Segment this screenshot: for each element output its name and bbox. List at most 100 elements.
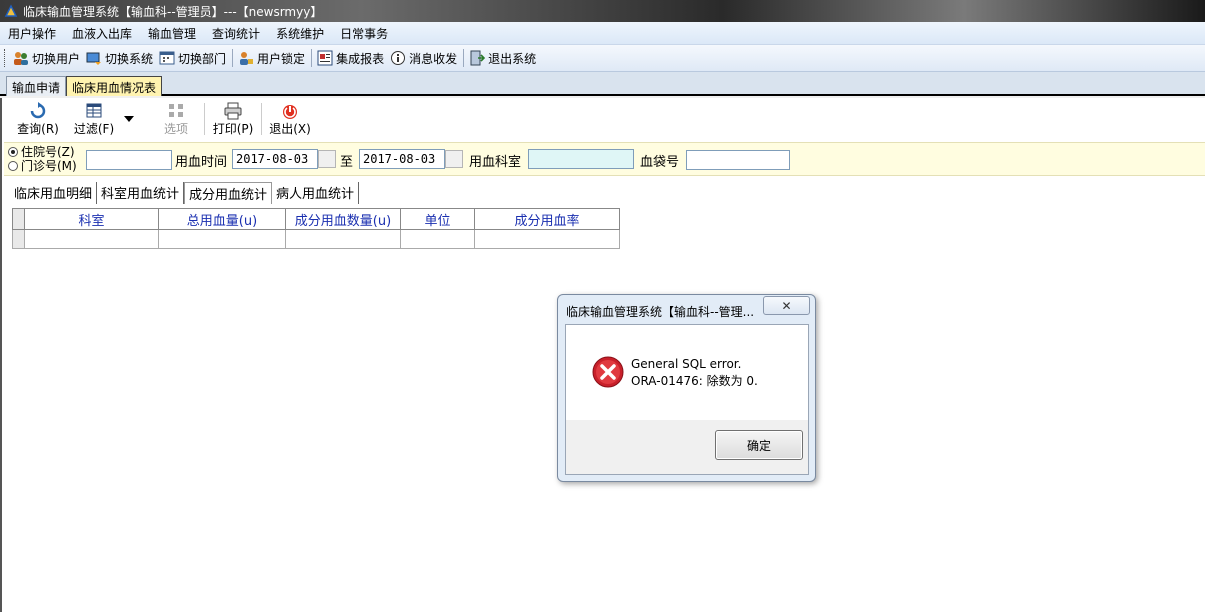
date-to-picker-button[interactable]	[445, 150, 463, 168]
switch-user-label: 切换用户	[32, 51, 81, 66]
switch-dept-button[interactable]: 切换部门	[159, 50, 226, 67]
switch-user-button[interactable]: 切换用户	[13, 50, 80, 67]
exit-door-icon	[470, 50, 486, 66]
error-line-1: General SQL error.	[631, 357, 742, 371]
error-icon	[592, 356, 624, 388]
tab-clinical-usage[interactable]: 临床用血情况表	[66, 76, 163, 96]
filter-panel: 住院号(Z) 门诊号(M) 用血时间 2017-08-03 至 2017-08-…	[4, 142, 1205, 176]
messages-button[interactable]: 消息收发	[390, 50, 457, 67]
messages-label: 消息收发	[409, 51, 458, 66]
user-lock-icon	[240, 52, 254, 65]
user-lock-button[interactable]: 用户锁定	[238, 50, 305, 67]
col-component-volume[interactable]: 成分用血数量(u)	[285, 208, 401, 230]
col-unit[interactable]: 单位	[400, 208, 475, 230]
error-dialog: 临床输血管理系统【输血科--管理... ✕ General SQL error.…	[557, 294, 816, 482]
col-component-rate[interactable]: 成分用血率	[474, 208, 620, 230]
grid-header-row: 科室 总用血量(u) 成分用血数量(u) 单位 成分用血率	[12, 208, 620, 230]
switch-system-icon	[86, 52, 102, 65]
exit-label: 退出(X)	[269, 122, 311, 136]
window-title: 临床输血管理系统【输血科--管理员】---【newsrmyy】	[23, 4, 323, 19]
integrated-report-button[interactable]: 集成报表	[317, 50, 384, 67]
tab-transfusion-request[interactable]: 输血申请	[6, 76, 67, 96]
dialog-title: 临床输血管理系统【输血科--管理...	[566, 305, 755, 319]
user-lock-label: 用户锁定	[257, 51, 306, 66]
report-tab-bar: 临床用血明细 科室用血统计 成分用血统计 病人用血统计	[10, 182, 360, 204]
radio-outpatient[interactable]: 门诊号(M)	[8, 159, 77, 173]
row-indicator-header	[12, 208, 25, 230]
menu-blood-inout[interactable]: 血液入出库	[72, 25, 132, 42]
col-department[interactable]: 科室	[24, 208, 159, 230]
toolbar-separator	[311, 49, 313, 67]
tab-patient-stats[interactable]: 病人用血统计	[272, 182, 360, 204]
exit-system-button[interactable]: 退出系统	[469, 50, 536, 67]
row-indicator[interactable]	[12, 229, 25, 249]
filter-table-icon	[86, 103, 102, 118]
exit-button[interactable]: 退出(X)	[262, 98, 318, 137]
date-from-picker-button[interactable]	[318, 150, 336, 168]
date-from-input[interactable]: 2017-08-03	[232, 149, 318, 169]
toolbar-grip[interactable]	[4, 49, 7, 67]
table-cell[interactable]	[285, 229, 401, 249]
report-icon	[317, 50, 333, 66]
users-icon	[14, 52, 28, 65]
table-row[interactable]	[12, 229, 620, 249]
menu-transfusion[interactable]: 输血管理	[148, 25, 196, 42]
refresh-icon	[30, 102, 46, 119]
table-cell[interactable]	[400, 229, 475, 249]
window-title-bar: 临床输血管理系统【输血科--管理员】---【newsrmyy】	[0, 0, 1205, 22]
id-type-radio-group: 住院号(Z) 门诊号(M)	[8, 145, 77, 173]
filter-dropdown-arrow[interactable]	[124, 116, 134, 122]
time-label: 用血时间	[175, 155, 228, 170]
calendar-icon	[159, 51, 175, 65]
print-button[interactable]: 打印(P)	[205, 98, 261, 137]
tab-usage-detail[interactable]: 临床用血明细	[10, 182, 98, 204]
query-button[interactable]: 查询(R)	[10, 98, 66, 137]
ok-button[interactable]: 确定	[715, 430, 803, 460]
toolbar-separator	[232, 49, 234, 67]
bag-label: 血袋号	[640, 155, 680, 170]
power-icon	[283, 105, 297, 119]
dialog-close-button[interactable]: ✕	[763, 296, 810, 315]
dialog-footer: 确定	[565, 420, 809, 475]
switch-system-label: 切换系统	[105, 51, 154, 66]
menu-bar: 用户操作 血液入出库 输血管理 查询统计 系统维护 日常事务	[0, 22, 1205, 45]
filter-button[interactable]: 过滤(F)	[66, 98, 122, 137]
printer-icon	[224, 102, 242, 120]
options-label: 选项	[163, 122, 188, 136]
date-to-input[interactable]: 2017-08-03	[359, 149, 445, 169]
dialog-body: General SQL error. ORA-01476: 除数为 0.	[565, 324, 809, 420]
action-bar: 查询(R) 过滤(F) 选项 打印(P) 退出(X)	[4, 98, 1205, 140]
integrated-report-label: 集成报表	[336, 51, 385, 66]
options-grid-icon	[169, 104, 183, 117]
stats-grid: 科室 总用血量(u) 成分用血数量(u) 单位 成分用血率	[12, 208, 620, 249]
switch-system-button[interactable]: 切换系统	[86, 50, 153, 67]
tab-component-stats[interactable]: 成分用血统计	[184, 182, 273, 204]
radio-outpatient-label: 门诊号(M)	[21, 159, 77, 173]
table-cell[interactable]	[158, 229, 286, 249]
error-line-2: ORA-01476: 除数为 0.	[631, 374, 758, 388]
exit-system-label: 退出系统	[488, 51, 537, 66]
radio-inpatient[interactable]: 住院号(Z)	[8, 145, 77, 159]
dialog-message: General SQL error. ORA-01476: 除数为 0.	[631, 356, 758, 390]
print-label: 打印(P)	[212, 122, 254, 136]
radio-outpatient-dot[interactable]	[8, 161, 18, 171]
menu-user-ops[interactable]: 用户操作	[8, 25, 56, 42]
info-icon	[391, 51, 406, 65]
radio-inpatient-dot[interactable]	[8, 147, 18, 157]
bag-number-input[interactable]	[686, 150, 790, 170]
dept-label: 用血科室	[469, 155, 522, 170]
app-icon	[4, 4, 18, 17]
col-total-volume[interactable]: 总用血量(u)	[158, 208, 286, 230]
toolbar-separator	[463, 49, 465, 67]
table-cell[interactable]	[474, 229, 620, 249]
table-cell[interactable]	[24, 229, 159, 249]
menu-system[interactable]: 系统维护	[276, 25, 324, 42]
close-icon: ✕	[781, 298, 792, 313]
menu-daily[interactable]: 日常事务	[340, 25, 388, 42]
patient-id-input[interactable]	[86, 150, 172, 170]
main-toolbar: 切换用户 切换系统 切换部门 用户锁定 集成报表 消息收发 退出系统	[0, 45, 1205, 72]
tab-dept-stats[interactable]: 科室用血统计	[97, 182, 185, 204]
dept-input[interactable]	[528, 149, 634, 169]
menu-query-stats[interactable]: 查询统计	[212, 25, 260, 42]
options-button[interactable]: 选项	[148, 98, 204, 137]
